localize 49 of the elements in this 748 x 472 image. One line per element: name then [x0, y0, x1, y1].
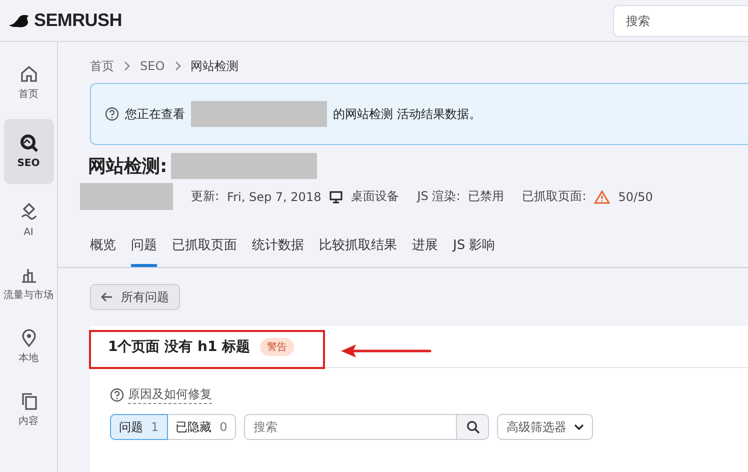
tab[interactable]: 比较抓取结果	[319, 230, 397, 267]
search-field[interactable]: 搜索	[244, 414, 458, 440]
chevron-right-icon	[124, 61, 130, 71]
sidebar-item[interactable]: SEO	[4, 119, 54, 184]
tab[interactable]: 进展	[412, 230, 438, 267]
tab[interactable]: JS 影响	[453, 230, 496, 267]
help-icon	[105, 107, 119, 121]
back-button[interactable]: 所有问题	[90, 284, 180, 310]
notice-text: 您正在查看	[125, 106, 185, 122]
sidebar-item[interactable]: 内容	[4, 383, 54, 436]
tab[interactable]: 统计数据	[252, 230, 304, 267]
warning-icon	[594, 190, 610, 204]
issue-title: 1个页面 没有 h1 标题	[108, 338, 250, 356]
magnifier-icon	[18, 133, 38, 153]
meta-label: 更新:	[191, 188, 220, 205]
sidebar-item[interactable]: 首页	[4, 56, 54, 109]
meta-value: 已禁用	[468, 188, 504, 205]
home-icon	[18, 64, 38, 84]
breadcrumb-link[interactable]: 首页	[90, 58, 114, 74]
sidebar-item[interactable]: 本地	[4, 320, 54, 373]
sidebar-item[interactable]: AI	[4, 194, 54, 247]
logo-text: SEMRUSH	[34, 10, 122, 31]
warning-badge: 警告	[260, 338, 294, 356]
filter-toggle[interactable]: 问题 1	[110, 414, 168, 440]
search-icon	[466, 420, 480, 434]
chevron-right-icon	[174, 61, 181, 71]
flame-logo-icon	[8, 12, 30, 28]
meta-value: 50/50	[618, 190, 653, 204]
chevron-down-icon	[574, 424, 584, 430]
filter-dropdown[interactable]: 高级筛选器	[497, 414, 594, 440]
search-field[interactable]: 搜索	[613, 4, 748, 36]
monitor-icon	[329, 190, 344, 204]
sidebar-item[interactable]: 流量与市场	[4, 257, 54, 310]
filter-toggle[interactable]: 已隐藏 0	[168, 414, 236, 440]
tab[interactable]: 概览	[90, 230, 116, 267]
breadcrumb-link[interactable]: SEO	[140, 59, 165, 73]
help-link[interactable]: 原因及如何修复	[128, 386, 212, 404]
meta-value: 桌面设备	[351, 188, 400, 205]
help-icon	[110, 388, 124, 402]
diamond-icon	[18, 202, 38, 222]
search-button[interactable]	[457, 414, 490, 440]
page-title: 网站检测:	[88, 155, 168, 178]
tab[interactable]: 问题	[131, 230, 157, 267]
meta-label: 已抓取页面:	[522, 188, 586, 205]
arrow-left-icon	[101, 292, 113, 302]
notice-text: 的网站检测 活动结果数据。	[333, 106, 481, 122]
meta-value: Fri, Sep 7, 2018	[227, 190, 322, 204]
meta-label: JS 渲染:	[417, 188, 460, 205]
tab[interactable]: 已抓取页面	[172, 230, 237, 267]
